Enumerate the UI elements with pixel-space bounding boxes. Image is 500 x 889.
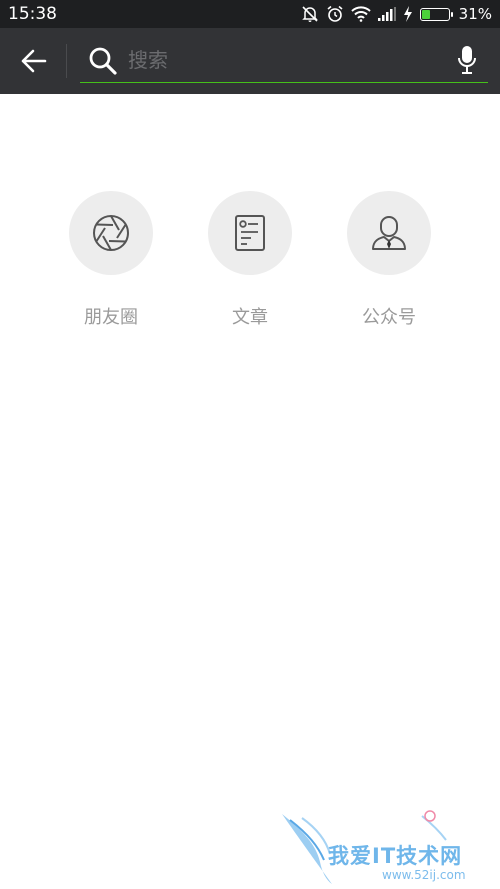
- search-icon: [88, 46, 118, 80]
- category-icon-circle: [69, 191, 153, 275]
- search-app-bar: [0, 28, 500, 94]
- category-label: 朋友圈: [84, 307, 138, 328]
- category-official-accounts[interactable]: 公众号: [329, 191, 449, 329]
- category-articles[interactable]: 文章: [190, 191, 310, 329]
- mute-icon: [301, 5, 319, 23]
- category-icon-circle: [208, 191, 292, 275]
- category-icon-circle: [347, 191, 431, 275]
- alarm-icon: [326, 5, 344, 23]
- back-button[interactable]: [10, 40, 58, 82]
- search-box: [80, 38, 488, 83]
- status-time: 15:38: [8, 4, 57, 24]
- voice-search-button[interactable]: [454, 44, 480, 76]
- battery-percent: 31%: [458, 5, 492, 23]
- category-moments[interactable]: 朋友圈: [51, 191, 171, 329]
- aperture-icon: [93, 215, 129, 251]
- battery-icon: [419, 7, 453, 21]
- wifi-icon: [350, 6, 371, 22]
- charging-icon: [403, 6, 413, 22]
- appbar-divider: [66, 44, 67, 78]
- status-icons: 31%: [301, 3, 492, 25]
- watermark-logo: 我爱IT技术网 www.52ij.com: [282, 810, 494, 886]
- status-bar: 15:38 31%: [0, 0, 500, 28]
- official-account-icon: [372, 215, 406, 250]
- signal-icon: [377, 7, 396, 21]
- battery-fill: [421, 9, 430, 19]
- arrow-left-icon: [21, 49, 47, 73]
- watermark-url: www.52ij.com: [382, 868, 466, 882]
- category-label: 文章: [232, 307, 268, 328]
- watermark-text: 我爱IT技术网: [328, 844, 463, 868]
- search-input[interactable]: [126, 44, 450, 76]
- article-icon: [235, 215, 265, 251]
- category-label: 公众号: [362, 307, 416, 328]
- microphone-icon: [458, 46, 476, 74]
